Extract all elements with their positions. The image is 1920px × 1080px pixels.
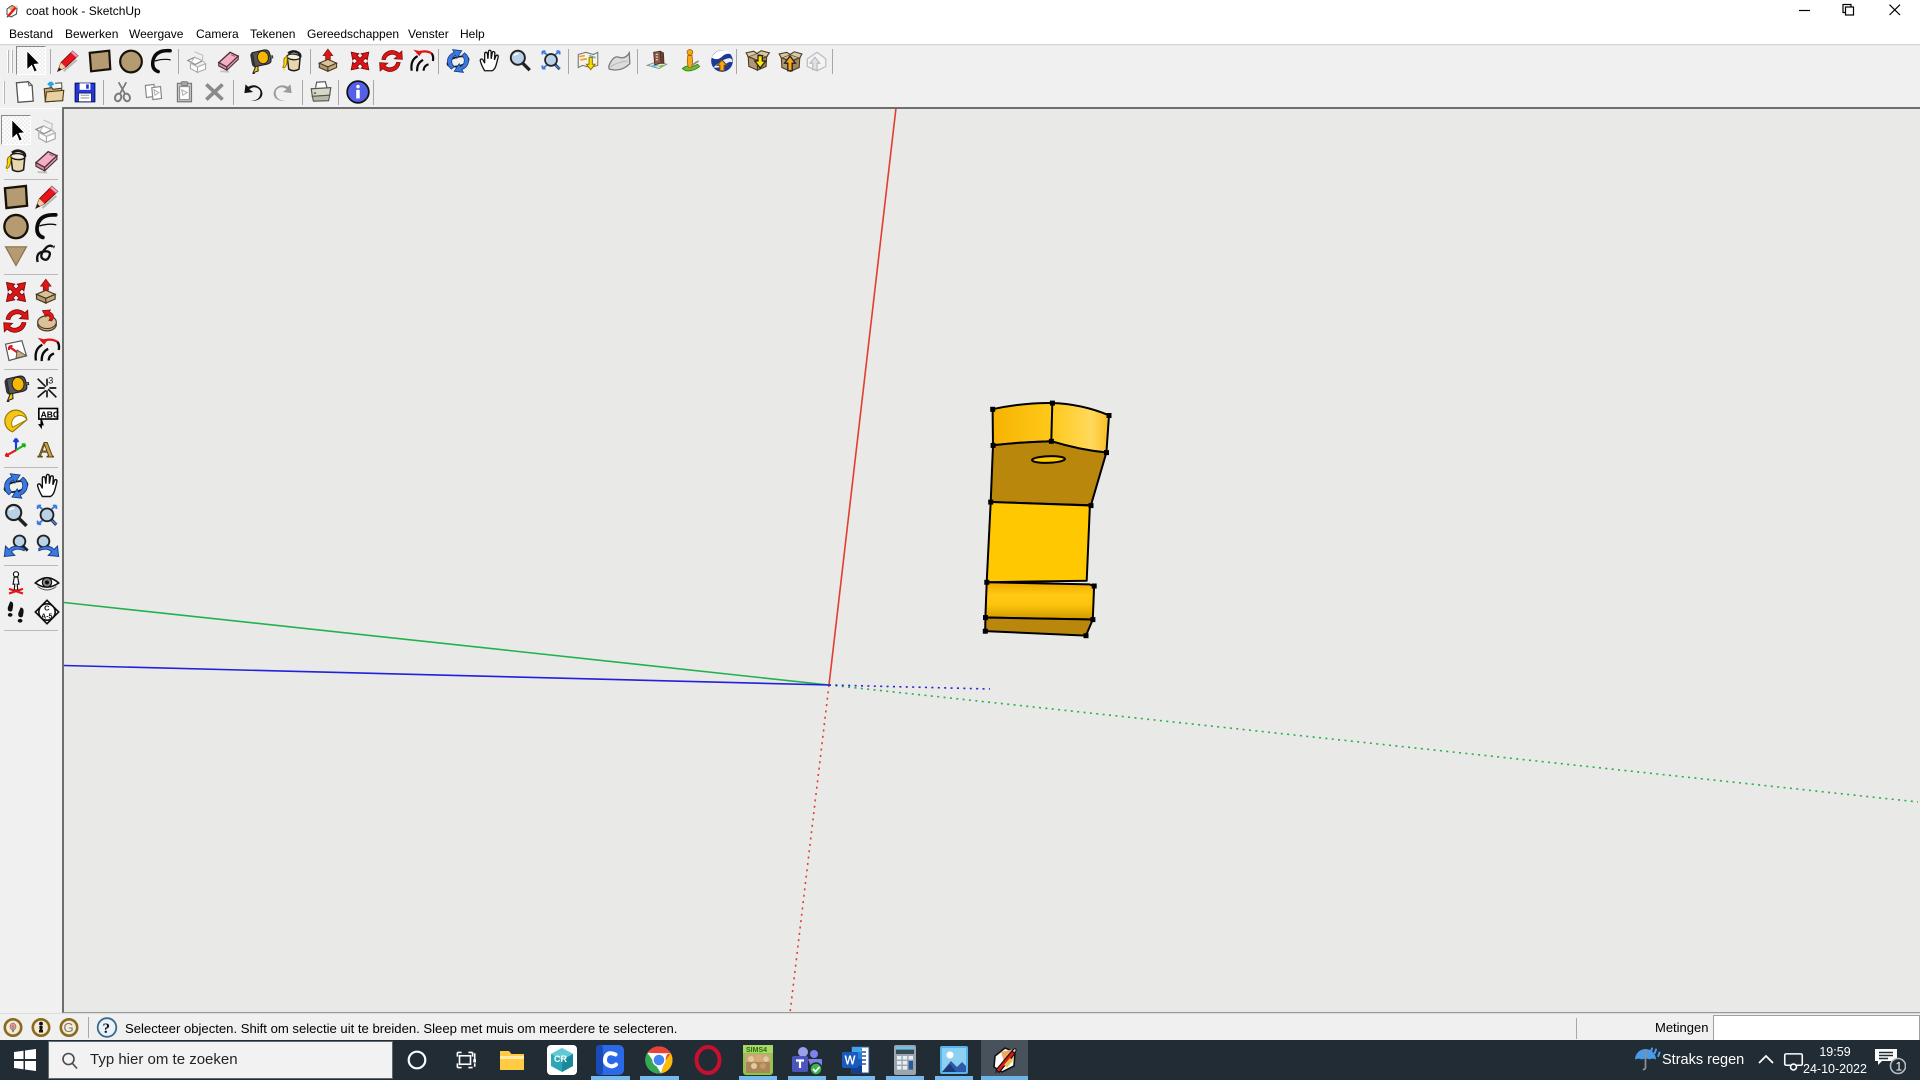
svg-text:CR: CR (554, 1054, 567, 1064)
svg-text:1: 1 (1896, 1060, 1903, 1074)
svg-text:?: ? (103, 1021, 111, 1037)
svg-text:G: G (64, 1020, 74, 1035)
svg-text:SIMS4: SIMS4 (746, 1047, 767, 1054)
